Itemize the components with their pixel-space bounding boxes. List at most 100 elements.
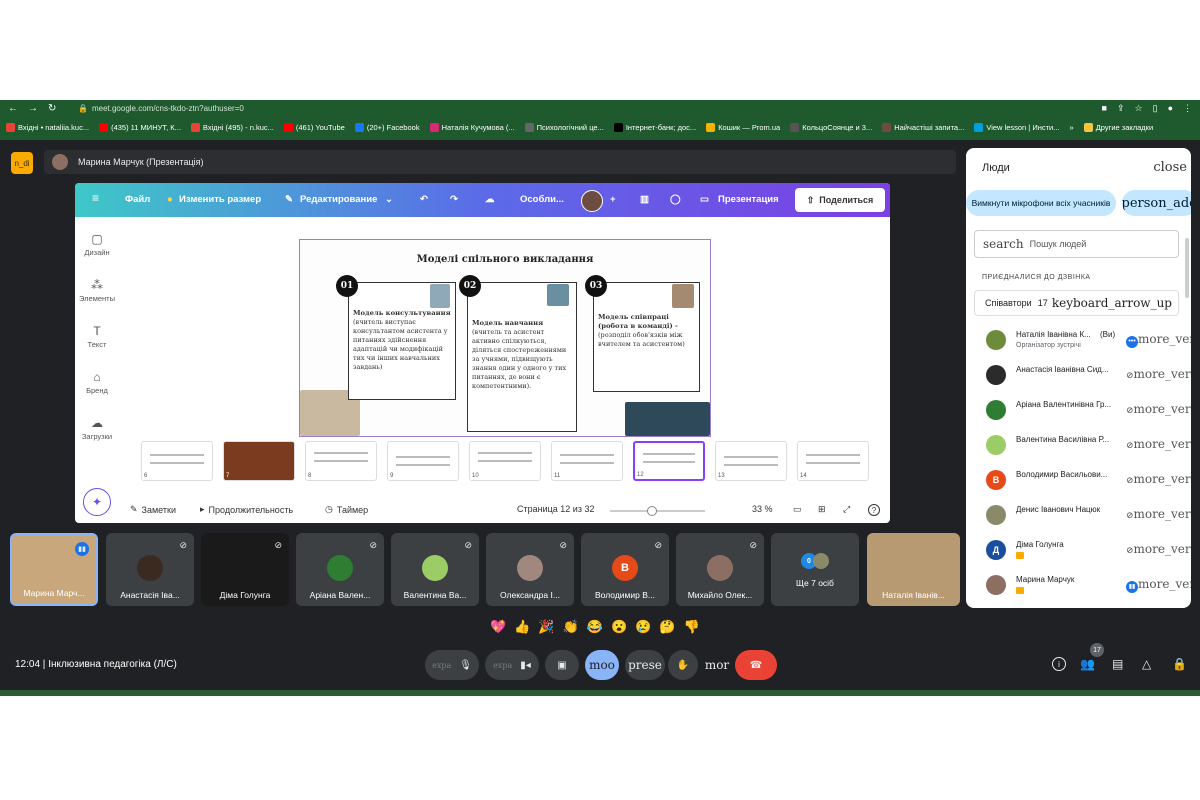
bookmark-item[interactable]: Інтернет-банк; дос... (613, 122, 696, 132)
sad-emoji-icon[interactable]: 😢 (635, 619, 651, 635)
resize-button[interactable]: Изменить размер (179, 194, 261, 205)
sidebar-item-brand[interactable]: ⌂ Бренд (75, 370, 119, 395)
more-participants-tile[interactable]: 0 Ще 7 осіб (771, 533, 859, 606)
participant-row[interactable]: Денис Іванович Нацюк ⊘more_vert (966, 497, 1191, 532)
slide-thumbnail[interactable]: 6 (141, 441, 213, 481)
slide-thumbnail[interactable]: 11 (551, 441, 623, 481)
undo-icon[interactable]: ↶ (420, 194, 428, 205)
party-emoji-icon[interactable]: 🎉 (538, 619, 554, 635)
participant-tile-host[interactable]: Наталія Іванів... (867, 533, 960, 606)
mic-off-more-vert[interactable]: ⊘more_vert (1126, 507, 1191, 521)
thumbs-down-emoji-icon[interactable]: 👎 (684, 619, 700, 635)
captions-button[interactable]: ▣ (545, 650, 579, 680)
forward-icon[interactable]: → (28, 103, 38, 114)
chevron-down-icon[interactable]: ⌄ (385, 194, 393, 205)
slide-thumbnail-selected[interactable]: 12 (633, 441, 705, 481)
edit-menu[interactable]: Редактирование (300, 194, 377, 205)
notes-button[interactable]: ✎ Заметки (130, 504, 176, 515)
people-icon[interactable]: 👥 (1080, 657, 1095, 671)
host-controls-icon[interactable]: 🔒 (1172, 657, 1187, 671)
people-scrollbar[interactable] (1185, 238, 1189, 298)
other-bookmarks[interactable]: Другие закладки (1083, 122, 1153, 132)
sidebar-item-text[interactable]: T Текст (75, 324, 119, 349)
mic-off-more-vert[interactable]: ⊘more_vert (1126, 367, 1191, 381)
camera-icon[interactable]: ■ (1102, 103, 1107, 114)
slide-thumbnail[interactable]: 8 (305, 441, 377, 481)
participant-row[interactable]: Марина Марчук ▮▮more_vert (966, 567, 1191, 602)
bookmark-item[interactable]: Найчастіші запита... (882, 122, 964, 132)
zoom-level[interactable]: 33 % (752, 504, 773, 514)
expand-options[interactable]: expa (432, 661, 451, 670)
slide-thumbnail[interactable]: 9 (387, 441, 459, 481)
mic-off-more-vert[interactable]: ⊘more_vert (1126, 437, 1191, 451)
back-icon[interactable]: ← (8, 103, 18, 114)
chat-icon[interactable]: ▤ (1112, 657, 1123, 671)
participant-tile[interactable]: ⊘ Михайло Олек... (676, 533, 764, 606)
more-vert-icon[interactable]: •••more_vert (1126, 332, 1191, 348)
surprised-emoji-icon[interactable]: 😮 (611, 619, 627, 635)
share-button[interactable]: ⇧ Поделиться (795, 188, 885, 212)
mic-off-more-vert[interactable]: ⊘more_vert (1126, 472, 1191, 486)
add-people-button[interactable]: person_add (1122, 190, 1191, 216)
participant-tile[interactable]: ⊘ Анастасія Іва... (106, 533, 194, 606)
participant-tile[interactable]: ⊘ Олександра І... (486, 533, 574, 606)
laugh-emoji-icon[interactable]: 😂 (587, 619, 603, 635)
clap-emoji-icon[interactable]: 👏 (563, 619, 579, 635)
mic-off-more-vert[interactable]: ⊘more_vert (1126, 542, 1191, 556)
comment-icon[interactable]: ◯ (670, 194, 681, 205)
participant-tile[interactable]: ⊘ Валентина Ва... (391, 533, 479, 606)
sidebar-item-uploads[interactable]: ☁ Загрузки (75, 416, 119, 441)
thinking-emoji-icon[interactable]: 🤔 (659, 619, 675, 635)
mic-off-more-vert[interactable]: ⊘more_vert (1126, 402, 1191, 416)
collaborators-group[interactable]: Співавтори 17 keyboard_arrow_up (974, 290, 1179, 316)
hamburger-icon[interactable]: ≡ (92, 191, 99, 205)
present-button[interactable]: prese (625, 650, 665, 680)
design-title[interactable]: Особли... (520, 194, 564, 205)
bookmark-item[interactable]: (461) YouTube (283, 122, 345, 132)
participant-tile-self[interactable]: ▮▮ Марина Марч... (10, 533, 98, 606)
slide-thumbnail[interactable]: 10 (469, 441, 541, 481)
grid-view-icon[interactable]: ⊞ (818, 504, 826, 515)
expand-options[interactable]: expa (493, 661, 512, 670)
more-options-button[interactable]: mor (702, 650, 732, 680)
bookmark-item[interactable]: (20+) Facebook (354, 122, 420, 132)
browser-menu-icon[interactable]: ⋮ (1183, 103, 1192, 114)
participant-row[interactable]: Аріана Валентинівна Гр... ⊘more_vert (966, 392, 1191, 427)
activities-icon[interactable]: △ (1142, 657, 1151, 671)
camera-button[interactable]: expa ▮◂ (485, 650, 539, 680)
collapse-icon[interactable]: keyboard_arrow_up (1052, 296, 1172, 310)
bookmark-item[interactable]: Вхідні • nataliia.kuc... (6, 122, 89, 132)
participant-row[interactable]: Анастасія Іванівна Сид... ⊘more_vert (966, 357, 1191, 392)
participant-row[interactable]: В Володимир Васильови... ⊘more_vert (966, 462, 1191, 497)
present-icon[interactable]: ▭ (700, 194, 709, 205)
reactions-button[interactable]: moo (585, 650, 619, 680)
share-page-icon[interactable]: ⇪ (1117, 103, 1125, 114)
raise-hand-button[interactable]: ✋ (668, 650, 698, 680)
participant-row[interactable]: Наталія Іванівна К... (Ви) Організатор з… (966, 322, 1191, 357)
file-menu[interactable]: Файл (125, 194, 150, 205)
collaborator-avatar[interactable] (581, 190, 603, 212)
sidebar-icon[interactable]: ▯ (1153, 103, 1158, 114)
slide-thumbnail[interactable]: 13 (715, 441, 787, 481)
participant-tile[interactable]: ⊘ Аріана Вален... (296, 533, 384, 606)
profile-icon[interactable]: ● (1168, 103, 1173, 114)
duration-button[interactable]: ▸ Продолжительность (200, 504, 293, 515)
help-icon[interactable]: ? (868, 504, 880, 516)
participant-row[interactable]: Валентина Василівна Р... ⊘more_vert (966, 427, 1191, 462)
zoom-slider-knob[interactable] (647, 506, 657, 516)
bookmark-item[interactable]: Кошик — Prom.ua (706, 122, 780, 132)
speaking-more-vert[interactable]: ▮▮more_vert (1126, 577, 1191, 593)
page-view-icon[interactable]: ▭ (793, 504, 802, 515)
slide-thumbnail[interactable]: 7 (223, 441, 295, 481)
bookmark-item[interactable]: Вхідні (495) - n.kuc... (190, 122, 274, 132)
leave-call-button[interactable]: ☎ (735, 650, 777, 680)
url-text[interactable]: meet.google.com/cns-tkdo-ztn?authuser=0 (92, 104, 244, 113)
mute-all-button[interactable]: Вимкнути мікрофони всіх учасників (966, 190, 1116, 216)
participant-tile[interactable]: ⊘ Діма Голунга (201, 533, 289, 606)
bookmark-item[interactable]: Психологічний це... (524, 122, 604, 132)
bookmark-star-icon[interactable]: ☆ (1135, 103, 1143, 114)
participant-row[interactable]: Д Діма Голунга ⊘more_vert (966, 532, 1191, 567)
bookmarks-more[interactable]: » (1070, 123, 1074, 132)
sidebar-item-elements[interactable]: ⁂ Элементы (75, 278, 119, 303)
mic-button[interactable]: expa 🎙 (425, 650, 479, 680)
